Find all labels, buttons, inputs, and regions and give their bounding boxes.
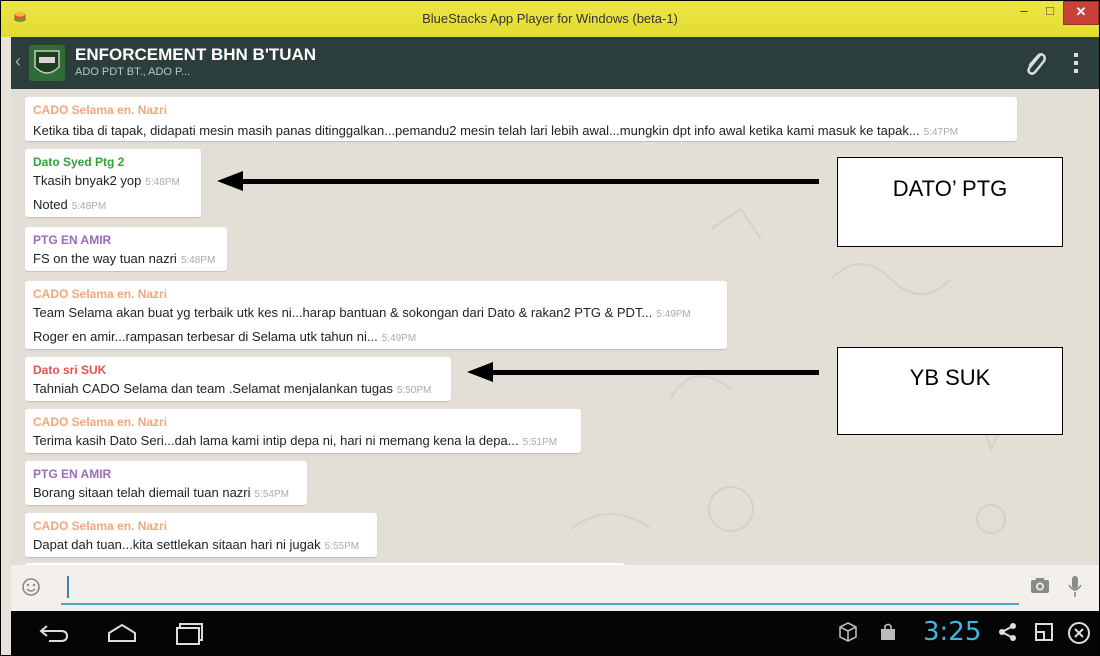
message-input-bar <box>11 565 1099 611</box>
sender-name: Dato sri SUK <box>33 363 107 377</box>
chat-participants[interactable]: ADO PDT BT., ADO P... <box>75 66 190 78</box>
window-title: BlueStacks App Player for Windows (beta-… <box>422 11 678 26</box>
message-time: 5:55PM <box>324 541 360 552</box>
back-chevron-icon[interactable]: ‹ <box>15 51 21 72</box>
chat-title[interactable]: ENFORCEMENT BHN B'TUAN <box>75 45 316 65</box>
message-time: 5:48PM <box>180 255 216 266</box>
sender-name: CADO Selama en. Nazri <box>33 287 168 301</box>
sender-name: CADO Selama en. Nazri <box>33 415 168 429</box>
message-time: 5:50PM <box>396 385 432 396</box>
camera-icon[interactable] <box>1029 575 1051 597</box>
window-titlebar: BlueStacks App Player for Windows (beta-… <box>1 1 1099 37</box>
app-store-cube-icon[interactable] <box>837 621 859 643</box>
sender-name: CADO Selama en. Nazri <box>33 103 168 117</box>
message-text: Tahniah CADO Selama dan team .Selamat me… <box>33 381 432 396</box>
message-text: Team Selama akan buat yg terbaik utk kes… <box>33 305 691 320</box>
message-text: Noted 5:48PM <box>33 197 107 212</box>
android-navigation-bar: 3:25 <box>11 611 1099 655</box>
emoji-icon[interactable] <box>21 577 41 597</box>
message-bubble[interactable]: CADO Selama en. Nazri Ketika tiba di tap… <box>25 97 1017 141</box>
message-bubble[interactable]: Dato Syed Ptg 2 Tkasih bnyak2 yop 5:48PM … <box>25 149 201 217</box>
text-cursor <box>67 576 69 598</box>
annotation-arrow-line <box>239 179 819 184</box>
message-text: Tkasih bnyak2 yop 5:48PM <box>33 173 180 188</box>
message-input[interactable] <box>61 571 1019 605</box>
chat-action-bar: ‹ ENFORCEMENT BHN B'TUAN ADO PDT BT., AD… <box>11 37 1099 89</box>
sender-name: PTG EN AMIR <box>33 233 112 247</box>
annotation-box-dato-ptg: DATO’ PTG <box>837 157 1063 247</box>
message-bubble[interactable]: Dato sri SUK Tahniah CADO Selama dan tea… <box>25 357 451 401</box>
annotation-box-yb-suk: YB SUK <box>837 347 1063 435</box>
message-text: Ketika tiba di tapak, didapati mesin mas… <box>33 123 959 138</box>
paperclip-icon[interactable] <box>1021 49 1049 77</box>
microphone-icon[interactable] <box>1067 575 1083 599</box>
group-badge-icon <box>29 45 65 81</box>
message-text: FS on the way tuan nazri 5:48PM <box>33 251 216 266</box>
message-bubble[interactable]: PTG EN AMIR Borang sitaan telah diemail … <box>25 461 307 505</box>
message-time: 5:47PM <box>923 127 959 138</box>
sender-name: CADO Selama en. Nazri <box>33 519 168 533</box>
message-time: 5:54PM <box>254 489 289 500</box>
message-text: Dapat dah tuan...kita settlekan sitaan h… <box>33 537 360 552</box>
back-icon[interactable] <box>37 621 71 645</box>
close-circle-icon[interactable] <box>1067 621 1091 645</box>
sender-name: PTG EN AMIR <box>33 467 112 481</box>
overflow-menu-icon[interactable] <box>1069 51 1083 75</box>
message-time: 5:51PM <box>522 437 558 448</box>
message-bubble[interactable]: CADO Selama en. Nazri Dapat dah tuan...k… <box>25 513 377 557</box>
notification-bag-icon[interactable] <box>877 621 899 643</box>
minimize-button[interactable]: – <box>1011 1 1037 23</box>
recent-apps-icon[interactable] <box>173 621 207 645</box>
message-bubble[interactable]: CADO Selama en. Nazri Terima kasih Dato … <box>25 409 581 453</box>
message-time: 5:49PM <box>381 333 417 344</box>
status-clock: 3:25 <box>923 617 982 647</box>
sender-name: Dato Syed Ptg 2 <box>33 155 125 169</box>
group-avatar[interactable] <box>29 45 65 81</box>
message-text: Roger en amir...rampasan terbesar di Sel… <box>33 329 417 344</box>
message-text: Terima kasih Dato Seri...dah lama kami i… <box>33 433 558 448</box>
home-icon[interactable] <box>105 621 139 645</box>
share-icon[interactable] <box>997 621 1019 643</box>
message-text: Borang sitaan telah diemail tuan nazri 5:… <box>33 485 289 500</box>
message-bubble[interactable]: PTG EN AMIR FS on the way tuan nazri 5:48… <box>25 227 227 271</box>
message-time: 5:48PM <box>71 201 107 212</box>
close-button[interactable]: ✕ <box>1063 1 1099 25</box>
message-time: 5:48PM <box>145 177 180 188</box>
window-resize-icon[interactable] <box>1033 621 1055 643</box>
message-time: 5:49PM <box>656 309 691 320</box>
annotation-arrow-line <box>489 370 819 375</box>
message-bubble[interactable]: CADO Selama en. Nazri Team Selama akan b… <box>25 281 727 349</box>
maximize-button[interactable]: □ <box>1037 1 1063 23</box>
bluestacks-window: BlueStacks App Player for Windows (beta-… <box>0 0 1100 656</box>
